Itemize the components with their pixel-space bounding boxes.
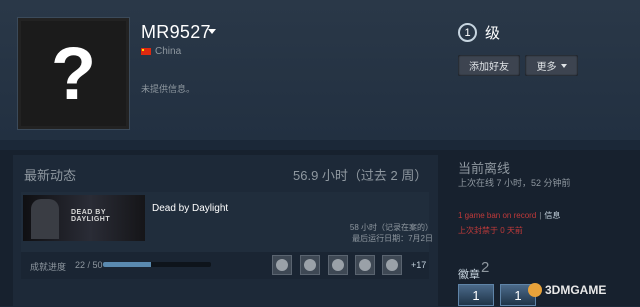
avatar[interactable]: ?: [17, 17, 130, 130]
ban-status: 1 game ban on record | 信息: [458, 210, 560, 221]
ban-info-link[interactable]: 信息: [544, 211, 560, 220]
add-friend-button[interactable]: 添加好友: [458, 55, 520, 76]
profile-summary: 未提供信息。: [141, 84, 196, 94]
country-label: China: [155, 46, 182, 57]
game-art-figure: [31, 199, 59, 239]
achievement-emblem-icon: [359, 259, 371, 271]
more-label: 更多: [536, 62, 557, 73]
achievement-emblem-icon: [386, 259, 398, 271]
ban-count-text: 1 game ban on record: [458, 211, 537, 220]
persona-name[interactable]: MR9527: [141, 22, 211, 43]
achievement-emblem-icon: [332, 259, 344, 271]
china-flag-icon: [141, 48, 151, 55]
achievement-icon[interactable]: [382, 255, 402, 275]
persona-dropdown-icon[interactable]: [208, 29, 216, 34]
badges-heading[interactable]: 徽章: [458, 266, 480, 282]
game-hours-on-record: 58 小时（记录在案的）: [349, 223, 433, 232]
achievement-icon[interactable]: [328, 255, 348, 275]
chevron-down-icon: [560, 63, 567, 68]
level-label: 级: [485, 25, 501, 42]
level-badge[interactable]: 1: [458, 23, 477, 42]
last-online-text: 上次在线 7 小时，52 分钟前: [458, 178, 571, 188]
profile-location: China: [141, 46, 181, 57]
add-friend-label: 添加好友: [469, 62, 509, 73]
ban-separator: |: [539, 211, 542, 220]
achievement-progress-bar: [103, 262, 211, 267]
achievement-more-count[interactable]: +17: [411, 260, 426, 270]
more-button[interactable]: 更多: [525, 55, 578, 76]
recent-activity-hours: 56.9 小时（过去 2 周）: [293, 168, 428, 183]
game-name-link[interactable]: Dead by Daylight: [152, 203, 228, 214]
achievement-count: 22 / 50: [75, 260, 103, 270]
recent-activity-heading: 最新动态: [24, 168, 77, 183]
game-last-played: 最后运行日期：7月2日: [352, 234, 433, 243]
achievement-icon[interactable]: [272, 255, 292, 275]
achievement-icon[interactable]: [300, 255, 320, 275]
online-status-heading: 当前离线: [458, 161, 511, 176]
achievement-progress-fill: [103, 262, 151, 267]
achievement-icon[interactable]: [355, 255, 375, 275]
game-capsule-title: DEAD BY DAYLIGHT: [71, 209, 111, 223]
game-capsule-image[interactable]: DEAD BY DAYLIGHT: [23, 195, 145, 241]
watermark-text: 3DMGAME: [545, 283, 607, 297]
badge-tile[interactable]: 1: [458, 284, 494, 306]
achievement-emblem-icon: [276, 259, 288, 271]
achievement-progress-label: 成就进度: [30, 262, 67, 272]
achievement-emblem-icon: [304, 259, 316, 271]
badges-count[interactable]: 2: [481, 259, 489, 276]
3dmgame-logo-icon: [528, 283, 542, 297]
avatar-placeholder: ?: [21, 21, 126, 126]
ban-last-text: 上次封禁于 0 天前: [458, 226, 523, 235]
watermark: 3DMGAME: [528, 283, 606, 297]
